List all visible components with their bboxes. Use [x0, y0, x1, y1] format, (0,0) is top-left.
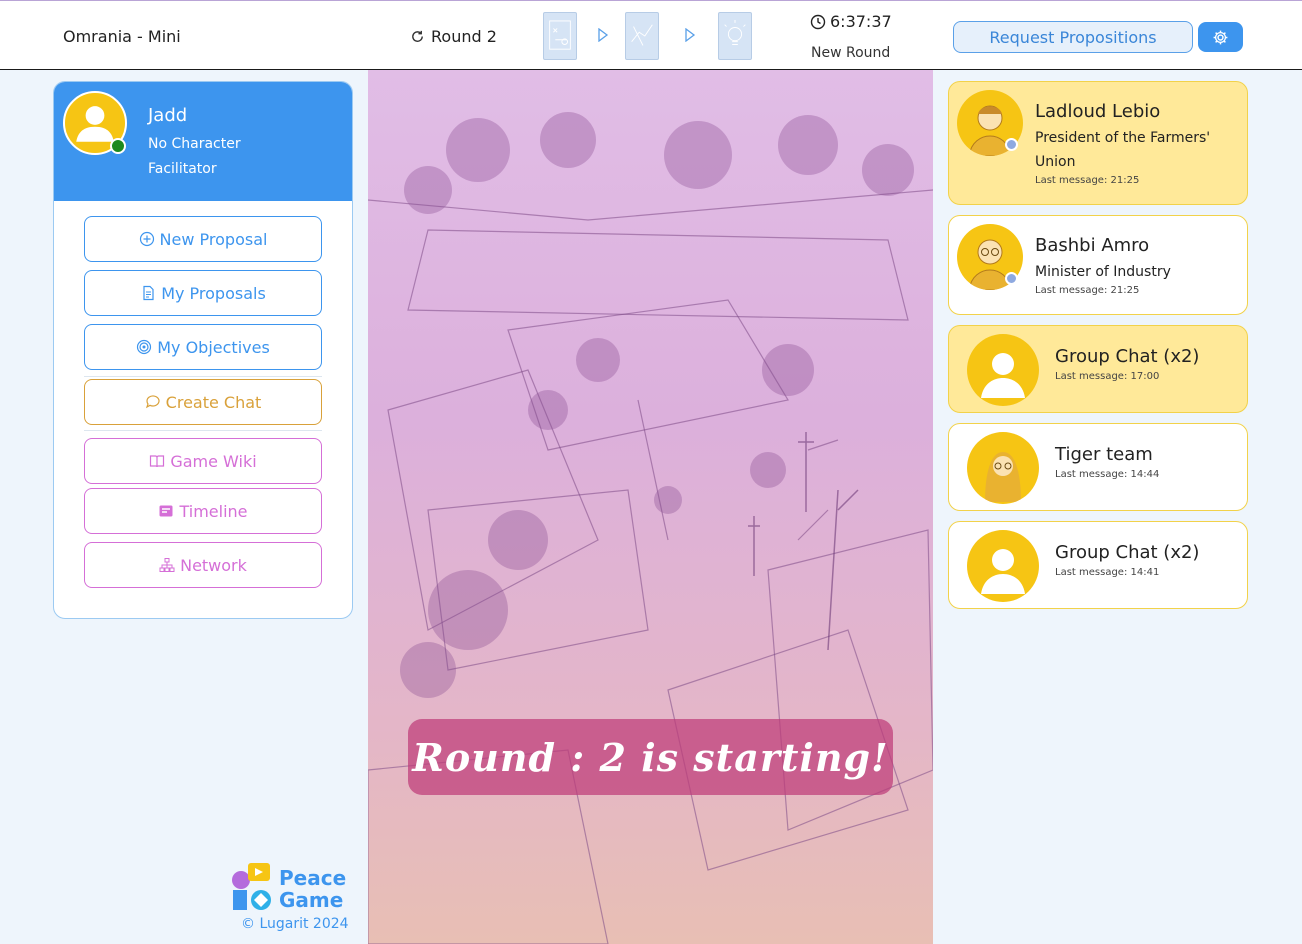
phase-negotiation-card[interactable] [625, 12, 659, 60]
chat-last-message: Last message: 21:25 [1035, 175, 1140, 186]
menu-divider [84, 376, 322, 377]
game-wiki-label: Game Wiki [170, 451, 257, 471]
chat-name: Ladloud Lebio [1035, 101, 1161, 122]
avatar [967, 530, 1039, 602]
network-label: Network [180, 555, 247, 575]
my-objectives-label: My Objectives [157, 337, 270, 357]
chat-item-group-chat-2[interactable]: Group Chat (x2) Last message: 14:41 [948, 521, 1248, 609]
gear-icon [1213, 30, 1228, 44]
chat-name: Tiger team [1055, 444, 1153, 465]
menu-divider [84, 430, 322, 431]
group-icon [981, 353, 1025, 398]
group-icon [981, 549, 1025, 594]
chat-role: Minister of Industry [1035, 264, 1171, 280]
timeline-button[interactable]: Timeline [84, 488, 322, 534]
timeline-label: Timeline [179, 501, 248, 521]
round-status: New Round [811, 45, 891, 61]
timeline-icon [159, 505, 173, 517]
network-button[interactable]: Network [84, 542, 322, 588]
chat-name: Group Chat (x2) [1055, 346, 1200, 367]
chat-bubble-icon [145, 395, 160, 409]
player-character: No Character [148, 136, 241, 152]
woman-hijab-portrait-icon [985, 452, 1021, 502]
chat-item-ladloud-lebio[interactable]: Ladloud Lebio President of the Farmers' … [948, 81, 1248, 205]
chat-last-message: Last message: 14:41 [1055, 567, 1160, 578]
online-status-dot [110, 138, 126, 154]
chat-item-bashbi-amro[interactable]: Bashbi Amro Minister of Industry Last me… [948, 215, 1248, 315]
my-proposals-label: My Proposals [161, 283, 266, 303]
request-propositions-button[interactable]: Request Propositions [953, 21, 1193, 53]
copyright: © Lugarit 2024 [241, 916, 349, 932]
player-panel: Jadd No Character Facilitator New Propos… [53, 81, 353, 619]
logo-line-2: Game [279, 888, 344, 912]
chat-name: Bashbi Amro [1035, 235, 1150, 256]
plus-circle-icon [139, 231, 154, 247]
chat-item-group-chat[interactable]: Group Chat (x2) Last message: 17:00 [948, 325, 1248, 413]
chat-item-tiger-team[interactable]: Tiger team Last message: 14:44 [948, 423, 1248, 511]
timer-value: 6:37:37 [830, 12, 892, 31]
player-name: Jadd [148, 105, 188, 126]
phase-card-icon [549, 20, 571, 50]
create-chat-button[interactable]: Create Chat [84, 379, 322, 425]
top-bar: Omrania - Mini Round 2 6:37:37 New Round… [0, 0, 1302, 70]
book-icon [150, 455, 165, 468]
play-arrow-icon [685, 28, 696, 42]
logo-line-1: Peace [279, 866, 347, 890]
settings-button[interactable] [1198, 22, 1243, 52]
new-proposal-label: New Proposal [159, 229, 268, 249]
clock-icon [810, 14, 826, 29]
presence-dot [1005, 138, 1018, 151]
document-icon [143, 285, 154, 301]
my-proposals-button[interactable]: My Proposals [84, 270, 322, 316]
lightbulb-icon [724, 20, 746, 45]
phase-ideas-card[interactable] [718, 12, 752, 60]
chat-last-message: Last message: 21:25 [1035, 285, 1140, 296]
round-indicator: Round 2 [410, 27, 497, 46]
avatar [967, 432, 1039, 504]
phase-proposal-card[interactable] [543, 12, 577, 60]
app-title: Omrania - Mini [63, 27, 181, 46]
ruined-city-sketch [368, 112, 933, 944]
refresh-icon [412, 30, 423, 42]
handshake-icon [631, 24, 653, 46]
play-arrow-icon [598, 28, 609, 42]
presence-dot [1005, 272, 1018, 285]
new-proposal-button[interactable]: New Proposal [84, 216, 322, 262]
scene-illustration: Round : 2 is starting! [368, 70, 933, 944]
avatar [967, 334, 1039, 406]
chat-role: President of the Farmers' Union [1035, 130, 1211, 170]
chat-name: Group Chat (x2) [1055, 542, 1200, 563]
player-role: Facilitator [148, 161, 217, 177]
network-icon [159, 558, 175, 572]
profile-header: Jadd No Character Facilitator [54, 82, 352, 201]
create-chat-label: Create Chat [165, 392, 262, 412]
my-objectives-button[interactable]: My Objectives [84, 324, 322, 370]
target-icon [137, 339, 152, 355]
logo-wordmark: Peace Game [279, 867, 346, 911]
round-start-banner: Round : 2 is starting! [408, 719, 893, 795]
chat-last-message: Last message: 17:00 [1055, 371, 1160, 382]
game-wiki-button[interactable]: Game Wiki [84, 438, 322, 484]
chat-last-message: Last message: 14:44 [1055, 469, 1160, 480]
round-label: Round 2 [431, 27, 497, 46]
round-start-text: Round : 2 is starting! [412, 734, 889, 780]
round-timer: 6:37:37 [810, 12, 892, 31]
